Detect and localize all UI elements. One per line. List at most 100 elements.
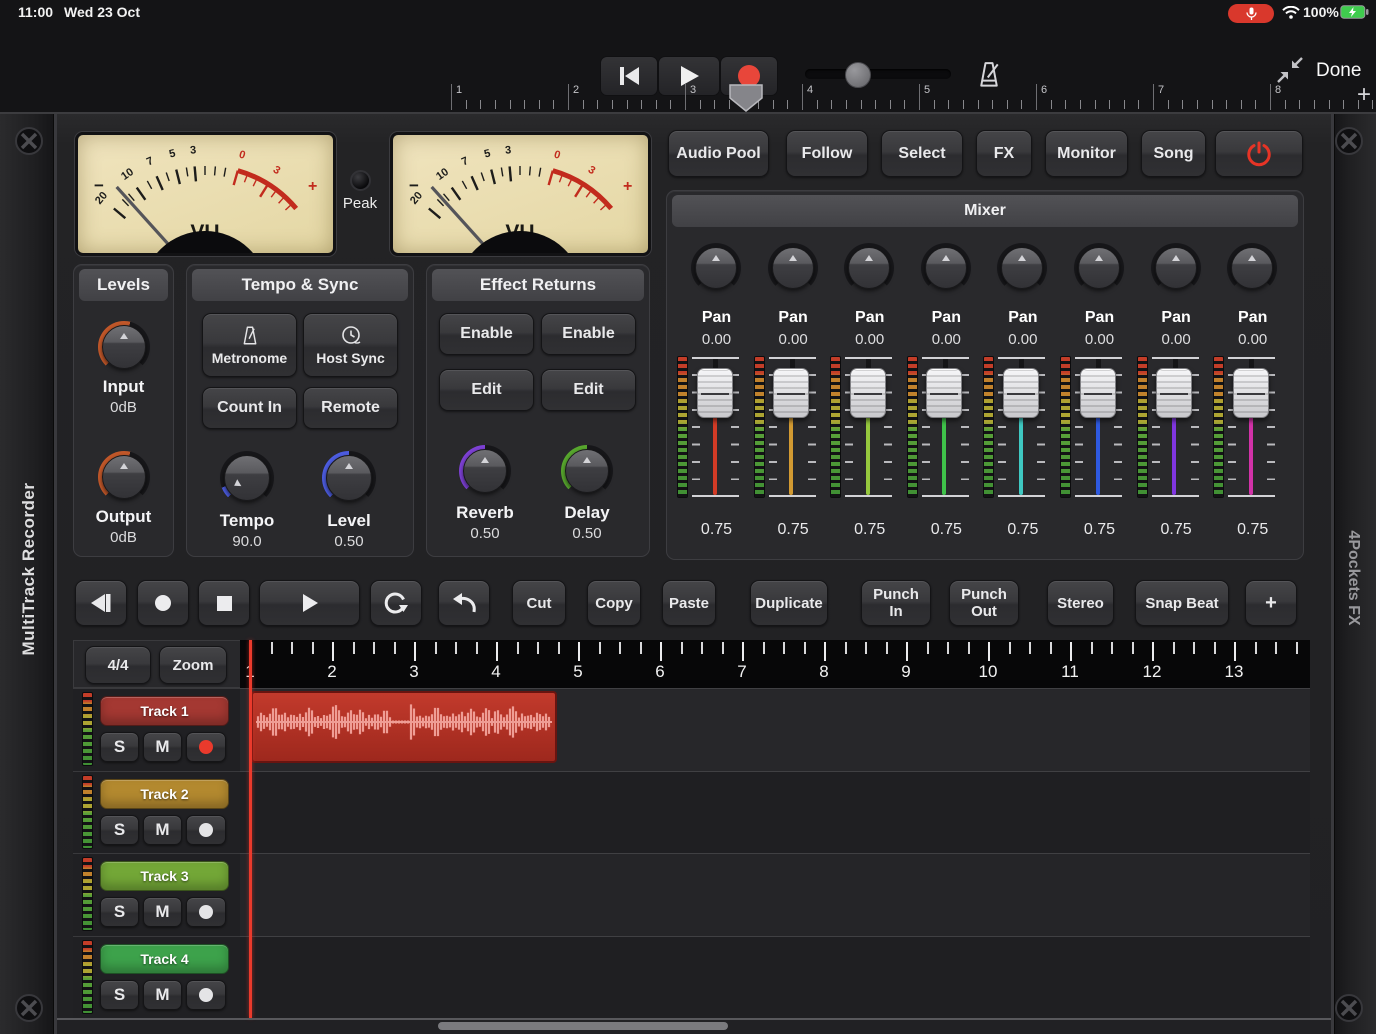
punch-in-button[interactable]: Punch In: [861, 580, 931, 626]
song-playhead-marker[interactable]: [729, 84, 763, 112]
fader-handle[interactable]: [926, 368, 962, 418]
audio-clip[interactable]: [251, 691, 557, 763]
fader-handle[interactable]: [1156, 368, 1192, 418]
fader-handle[interactable]: [773, 368, 809, 418]
pan-knob[interactable]: [691, 243, 741, 293]
track-name-button[interactable]: Track 4: [100, 944, 229, 974]
fader-track[interactable]: [998, 357, 1045, 497]
fader-value: 0.75: [755, 521, 832, 539]
pan-knob[interactable]: [844, 243, 894, 293]
track-mute-button[interactable]: M: [143, 732, 182, 762]
timeline-bar-ruler[interactable]: 12345678910111213: [240, 640, 1310, 688]
add-track-button[interactable]: +: [1245, 580, 1297, 626]
track-lane[interactable]: [240, 688, 1310, 771]
pan-knob[interactable]: [1151, 243, 1201, 293]
fader-track[interactable]: [1152, 357, 1199, 497]
fader-handle[interactable]: [697, 368, 733, 418]
loop-button[interactable]: [370, 580, 422, 626]
song-position-ruler[interactable]: 12345678: [446, 84, 1348, 110]
host-sync-button[interactable]: Host Sync: [303, 313, 398, 377]
pan-knob[interactable]: [1227, 243, 1277, 293]
done-button[interactable]: Done: [1316, 60, 1361, 82]
track-solo-button[interactable]: S: [100, 732, 139, 762]
snap-beat-button[interactable]: Snap Beat: [1135, 580, 1229, 626]
fader-handle[interactable]: [1003, 368, 1039, 418]
monitor-button[interactable]: Monitor: [1045, 130, 1128, 177]
stereo-button[interactable]: Stereo: [1047, 580, 1114, 626]
exit-fullscreen-icon[interactable]: [1276, 56, 1304, 84]
pan-knob[interactable]: [1074, 243, 1124, 293]
track-row: Track 4 SM: [73, 936, 1310, 1019]
cut-button[interactable]: Cut: [512, 580, 566, 626]
track-arm-button[interactable]: [186, 980, 226, 1010]
knob-body: [1231, 247, 1273, 289]
track-arm-button[interactable]: [186, 732, 226, 762]
fader-track[interactable]: [922, 357, 969, 497]
delay-knob[interactable]: [561, 445, 613, 497]
rewind-button[interactable]: [75, 580, 127, 626]
track-name-button[interactable]: Track 2: [100, 779, 229, 809]
delay-enable-button[interactable]: Enable: [541, 313, 636, 355]
remote-button[interactable]: Remote: [303, 387, 398, 429]
reverb-knob[interactable]: [459, 445, 511, 497]
add-bars-button[interactable]: +: [1352, 82, 1376, 108]
song-button[interactable]: Song: [1141, 130, 1206, 177]
duplicate-button[interactable]: Duplicate: [750, 580, 828, 626]
fader-track[interactable]: [692, 357, 739, 497]
fx-button[interactable]: FX: [976, 130, 1032, 177]
timeline-beat-tick: [763, 642, 765, 654]
pan-knob[interactable]: [997, 243, 1047, 293]
undo-button[interactable]: [438, 580, 490, 626]
fader-track[interactable]: [769, 357, 816, 497]
paste-button[interactable]: Paste: [662, 580, 716, 626]
pan-label: Pan: [1061, 309, 1138, 327]
track-arm-button[interactable]: [186, 815, 226, 845]
reverb-enable-button[interactable]: Enable: [439, 313, 534, 355]
metronome-button[interactable]: Metronome: [202, 313, 297, 377]
audio-pool-button[interactable]: Audio Pool: [668, 130, 769, 177]
track-arm-button[interactable]: [186, 897, 226, 927]
fader-handle[interactable]: [1233, 368, 1269, 418]
copy-button[interactable]: Copy: [587, 580, 641, 626]
count-in-button[interactable]: Count In: [202, 387, 297, 429]
fader-value: 0.75: [908, 521, 985, 539]
click-level-knob[interactable]: [322, 451, 376, 505]
stop-button[interactable]: [198, 580, 250, 626]
fader-track[interactable]: [1075, 357, 1122, 497]
select-button[interactable]: Select: [881, 130, 963, 177]
track-mute-button[interactable]: M: [143, 980, 182, 1010]
fader-track[interactable]: [845, 357, 892, 497]
track-mute-button[interactable]: M: [143, 897, 182, 927]
input-knob[interactable]: [98, 321, 150, 373]
track-lane[interactable]: [240, 853, 1310, 936]
pan-knob[interactable]: [921, 243, 971, 293]
metronome-volume-slider[interactable]: [805, 69, 951, 79]
track-mute-button[interactable]: M: [143, 815, 182, 845]
fader-track[interactable]: [1228, 357, 1275, 497]
punch-out-button[interactable]: Punch Out: [949, 580, 1019, 626]
play-toolbar-button[interactable]: [259, 580, 360, 626]
track-solo-button[interactable]: S: [100, 980, 139, 1010]
tempo-knob[interactable]: [220, 451, 274, 505]
power-button[interactable]: [1215, 130, 1303, 177]
horizontal-scrollbar-thumb[interactable]: [438, 1022, 728, 1030]
track-solo-button[interactable]: S: [100, 897, 139, 927]
fader-handle[interactable]: [850, 368, 886, 418]
track-lane[interactable]: [240, 771, 1310, 854]
timeline-playhead[interactable]: [249, 640, 252, 1018]
follow-button[interactable]: Follow: [786, 130, 868, 177]
track-lane[interactable]: [240, 936, 1310, 1019]
ruler-minor-tick: [627, 100, 628, 109]
delay-edit-button[interactable]: Edit: [541, 369, 636, 411]
track-name-button[interactable]: Track 1: [100, 696, 229, 726]
output-knob[interactable]: [98, 451, 150, 503]
zoom-button[interactable]: Zoom: [159, 646, 227, 684]
pan-knob[interactable]: [768, 243, 818, 293]
track-solo-button[interactable]: S: [100, 815, 139, 845]
track-name-button[interactable]: Track 3: [100, 861, 229, 891]
record-arm-toolbar-button[interactable]: [137, 580, 189, 626]
microphone-in-use-indicator[interactable]: [1228, 4, 1274, 23]
reverb-edit-button[interactable]: Edit: [439, 369, 534, 411]
time-signature-button[interactable]: 4/4: [85, 646, 151, 684]
fader-handle[interactable]: [1080, 368, 1116, 418]
